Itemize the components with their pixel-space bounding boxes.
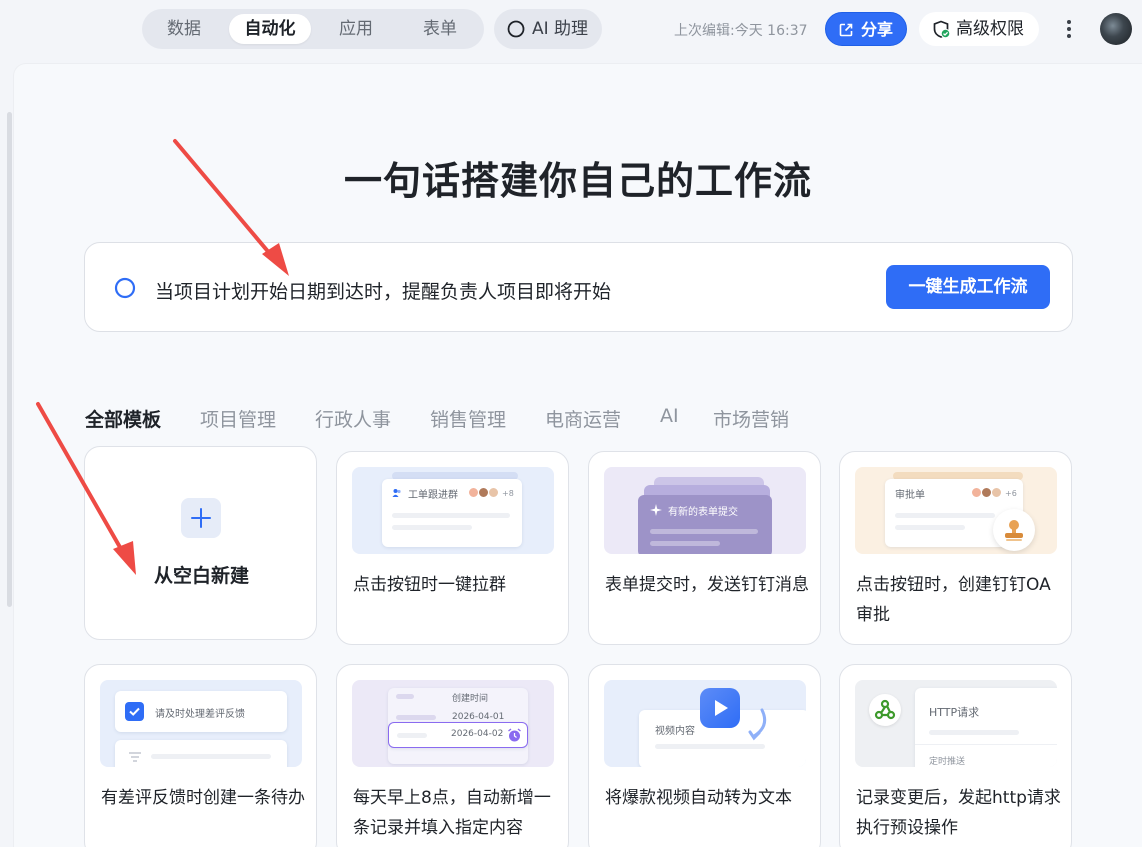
thumb-label: 请及时处理差评反馈 — [155, 709, 245, 720]
ai-assistant-label: AI 助理 — [532, 19, 589, 39]
thumb-label: 工单跟进群 — [408, 490, 458, 501]
template-thumbnail: 请及时处理差评反馈 — [100, 680, 302, 767]
template-card[interactable]: 请及时处理差评反馈 有差评反馈时创建一条待办 — [84, 664, 317, 847]
thumb-date-2: 2026-04-02 — [451, 729, 504, 739]
template-thumbnail: 创建时间 2026-04-01 2026-04-02 — [352, 680, 554, 767]
prompt-text[interactable]: 当项目计划开始日期到达时，提醒负责人项目即将开始 — [155, 277, 611, 304]
template-title: 表单提交时，发送钉钉消息 — [605, 575, 809, 595]
tab-marketing[interactable]: 市场营销 — [713, 405, 789, 432]
play-video-icon — [700, 688, 740, 728]
thumb-sub-label: 定时推送 — [929, 757, 966, 767]
template-card[interactable]: 视频内容 将爆款视频自动转为文本 — [588, 664, 821, 847]
stamp-icon — [993, 509, 1035, 551]
thumb-more-count: +6 — [1005, 489, 1017, 498]
template-card[interactable]: HTTP请求 定时推送 记录变更后，发起http请求执行预设操作 — [839, 664, 1072, 847]
advanced-permission-button[interactable]: 高级权限 — [919, 12, 1039, 46]
generate-workflow-button[interactable]: 一键生成工作流 — [886, 265, 1050, 309]
view-switcher: 数据 自动化 应用 表单 — [142, 9, 484, 49]
template-title: 记录变更后，发起http请求执行预设操作 — [856, 788, 1061, 838]
thumb-more-count: +8 — [502, 489, 514, 498]
convert-arrow-icon — [748, 708, 767, 741]
thumb-label: 审批单 — [895, 490, 925, 501]
template-title: 将爆款视频自动转为文本 — [605, 788, 792, 808]
page-headline: 一句话搭建你自己的工作流 — [343, 159, 812, 203]
last-edit-time: 上次编辑:今天 16:37 — [674, 23, 808, 39]
advanced-permission-label: 高级权限 — [956, 19, 1024, 39]
webhook-icon — [869, 694, 901, 726]
template-title: 有差评反馈时创建一条待办 — [101, 788, 305, 808]
ai-logo-icon — [507, 20, 525, 38]
share-label: 分享 — [861, 20, 894, 39]
template-card[interactable]: 工单跟进群 +8 点击按钮时一键拉群 — [336, 451, 569, 645]
ai-assistant-button[interactable]: AI 助理 — [494, 9, 602, 49]
thumb-label: 视频内容 — [655, 726, 695, 737]
create-blank-card[interactable]: 从空白新建 — [84, 446, 317, 640]
create-blank-label: 从空白新建 — [153, 565, 249, 587]
template-thumbnail: 视频内容 — [604, 680, 806, 767]
avatar[interactable] — [1100, 13, 1132, 45]
share-icon — [839, 23, 853, 37]
ai-spark-icon — [114, 277, 136, 299]
shield-check-icon — [933, 20, 951, 39]
template-title: 每天早上8点，自动新增一条记录并填入指定内容 — [353, 788, 551, 838]
thumb-date-1: 2026-04-01 — [452, 712, 505, 722]
template-thumbnail: 有新的表单提交 — [604, 467, 806, 554]
alarm-clock-icon — [508, 728, 521, 742]
template-card[interactable]: 审批单 +6 点击按钮时，创建钉钉OA审批 — [839, 451, 1072, 645]
prompt-input-box[interactable]: 当项目计划开始日期到达时，提醒负责人项目即将开始 一键生成工作流 — [84, 242, 1073, 332]
tab-automation[interactable]: 自动化 — [229, 14, 311, 44]
template-title: 点击按钮时一键拉群 — [353, 575, 506, 595]
tab-data[interactable]: 数据 — [149, 14, 219, 44]
tab-apps[interactable]: 应用 — [321, 14, 391, 44]
thumb-column-header: 创建时间 — [452, 694, 489, 704]
tab-ecommerce[interactable]: 电商运营 — [545, 405, 621, 432]
tab-all-templates[interactable]: 全部模板 — [85, 405, 161, 432]
group-icon — [392, 489, 401, 497]
tab-forms[interactable]: 表单 — [405, 14, 475, 44]
checkbox-icon — [125, 702, 144, 721]
sparkle-icon — [650, 504, 662, 516]
thumb-label: HTTP请求 — [929, 706, 980, 719]
plus-icon — [181, 498, 221, 538]
template-card[interactable]: 创建时间 2026-04-01 2026-04-02 每天早上8点，自动新增一条… — [336, 664, 569, 847]
top-bar: 数据 自动化 应用 表单 AI 助理 上次编辑:今天 16:37 分享 高级权限 — [0, 0, 1142, 60]
tab-admin-hr[interactable]: 行政人事 — [315, 405, 391, 432]
tab-project-management[interactable]: 项目管理 — [200, 405, 276, 432]
template-thumbnail: HTTP请求 定时推送 — [855, 680, 1057, 767]
template-thumbnail: 工单跟进群 +8 — [352, 467, 554, 554]
tab-sales[interactable]: 销售管理 — [430, 405, 506, 432]
more-vertical-icon[interactable] — [1058, 16, 1080, 42]
thumb-label: 有新的表单提交 — [668, 507, 738, 518]
filter-lines-icon — [129, 752, 141, 762]
template-title: 点击按钮时，创建钉钉OA审批 — [856, 575, 1051, 625]
template-card[interactable]: 有新的表单提交 表单提交时，发送钉钉消息 — [588, 451, 821, 645]
tab-ai[interactable]: AI — [660, 405, 679, 427]
template-thumbnail: 审批单 +6 — [855, 467, 1057, 554]
scrollbar[interactable] — [7, 112, 12, 607]
share-button[interactable]: 分享 — [825, 12, 907, 46]
